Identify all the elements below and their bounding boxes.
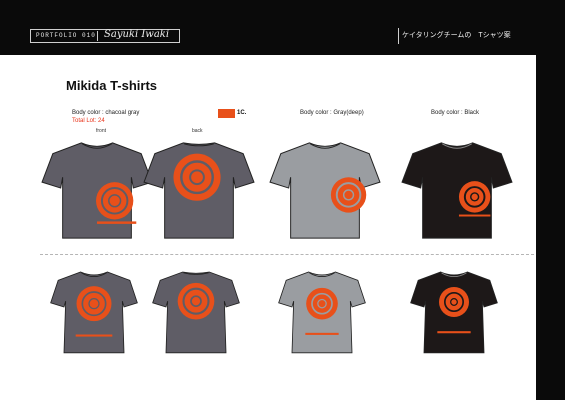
body-color-black: Body color : Black [431, 110, 480, 116]
tshirt-charcoal-front [41, 142, 153, 239]
print-color-swatch [218, 109, 235, 118]
signature-divider [97, 31, 98, 41]
right-edge-bar [536, 55, 565, 400]
tshirt-charcoal-back-fitted [152, 271, 240, 354]
tshirt-black-front-fitted [410, 271, 498, 354]
body-color-charcoal: Body color : chacoal gray [72, 110, 140, 116]
header-divider [398, 28, 399, 44]
section-title: Mikida T-shirts [66, 78, 158, 93]
portfolio-number: PORTFOLIO 010 [36, 32, 96, 39]
tshirt-charcoal-back [143, 142, 255, 239]
page-header-title: ケイタリングチームの Tシャツ案 [402, 32, 511, 39]
front-view-label: front [96, 128, 107, 134]
body-color-gray: Body color : Gray(deep) [300, 110, 364, 116]
portfolio-page: PORTFOLIO 010 Sayuki Iwaki ケイタリングチームの Tシ… [0, 0, 565, 400]
back-view-label: back [192, 128, 203, 134]
row-divider [40, 254, 534, 255]
total-lot: Total Lot: 24 [72, 118, 105, 124]
designer-signature: Sayuki Iwaki [104, 29, 170, 40]
tshirt-gray-front-fitted [278, 271, 366, 354]
tshirt-gray-front [269, 142, 381, 239]
print-color-count: 1C. [237, 110, 247, 116]
tshirt-black-front [401, 142, 513, 239]
tshirt-charcoal-front-fitted [50, 271, 138, 354]
